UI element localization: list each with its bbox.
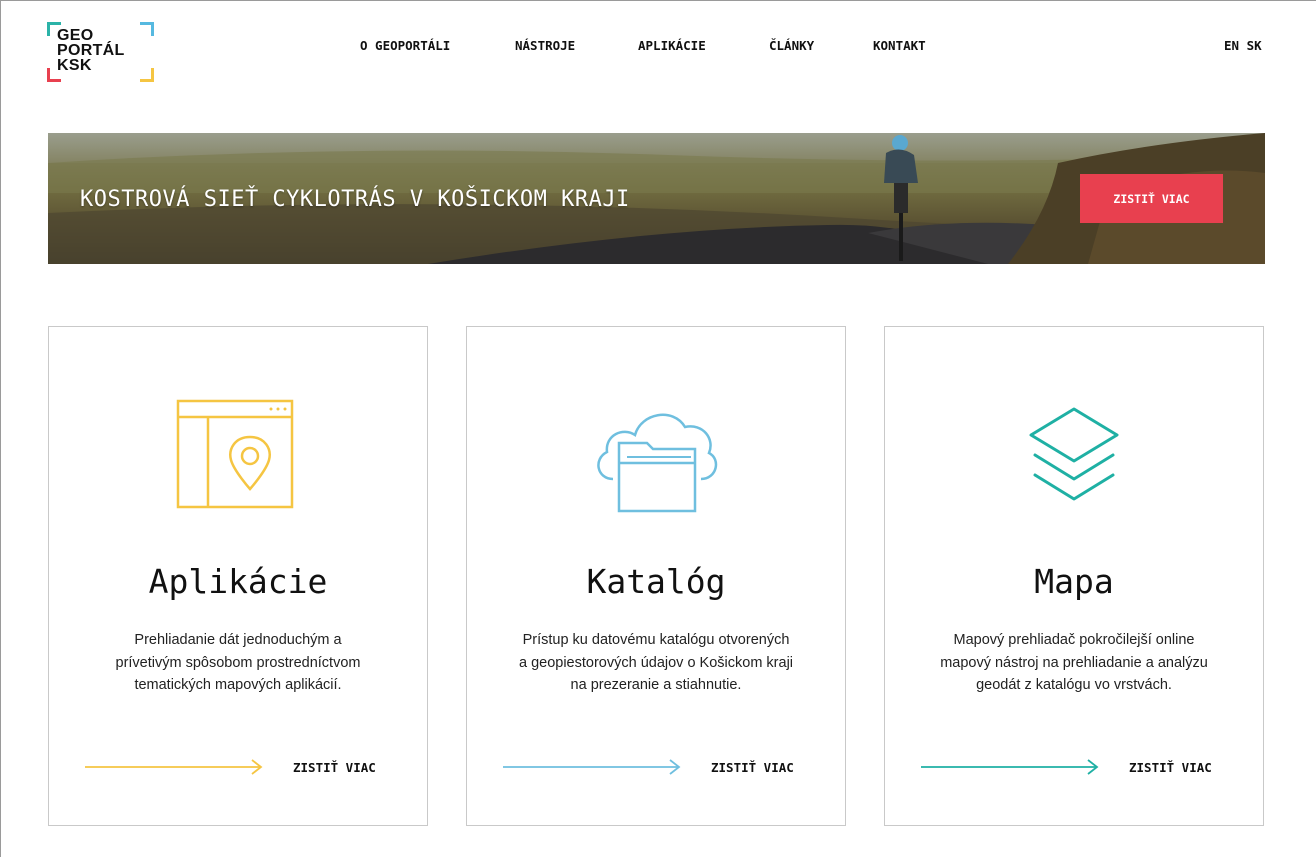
logo-line-3: KSK — [57, 57, 92, 74]
card-learn-more-link[interactable]: ZISTIŤ VIAC — [921, 757, 1243, 777]
card-description: Prístup ku datovému katalógu otvorených … — [491, 629, 821, 697]
card-description-line: geodát z katalógu vo vrstvách. — [976, 677, 1172, 693]
lang-sk-link[interactable]: SK — [1247, 38, 1262, 53]
logo-corner — [140, 22, 154, 36]
card-learn-more-link[interactable]: ZISTIŤ VIAC — [85, 757, 407, 777]
nav-item-kontakt[interactable]: KONTAKT — [873, 38, 926, 53]
app-map-pin-icon — [176, 399, 294, 509]
card-learn-more-label: ZISTIŤ VIAC — [711, 760, 794, 775]
hero-banner: KOSTROVÁ SIEŤ CYKLOTRÁS V KOŠICKOM KRAJI… — [48, 133, 1265, 264]
cloud-folder-icon — [597, 413, 718, 513]
card-description-line: prívetivým spôsobom prostredníctvom — [115, 654, 361, 671]
nav-item-o-geoportali[interactable]: O GEOPORTÁLI — [360, 38, 450, 53]
page-border-top — [0, 0, 1316, 1]
card-description-line: Prehliadanie dát jednoduchým a — [134, 632, 342, 648]
arrow-right-icon — [503, 759, 681, 775]
card-learn-more-label: ZISTIŤ VIAC — [1129, 760, 1212, 775]
page-border-left — [0, 0, 1, 857]
language-switcher: EN SK — [1224, 38, 1262, 53]
card-mapa[interactable]: Mapa Mapový prehliadač pokročilejší onli… — [884, 326, 1264, 826]
card-learn-more-link[interactable]: ZISTIŤ VIAC — [503, 757, 825, 777]
banner-title: KOSTROVÁ SIEŤ CYKLOTRÁS V KOŠICKOM KRAJI — [80, 187, 630, 212]
card-description-line: mapový nástroj na prehliadanie a analýzu — [940, 654, 1208, 671]
nav-item-clanky[interactable]: ČLÁNKY — [769, 38, 814, 53]
lang-en-link[interactable]: EN — [1224, 38, 1239, 53]
card-learn-more-label: ZISTIŤ VIAC — [293, 760, 376, 775]
card-description-line: a geopiestorových údajov o Košickom kraj… — [518, 654, 794, 671]
card-description-line: Prístup ku datovému katalógu otvorených — [522, 632, 790, 648]
card-aplikacie[interactable]: Aplikácie Prehliadanie dát jednoduchým a… — [48, 326, 428, 826]
banner-learn-more-button[interactable]: ZISTIŤ VIAC — [1080, 174, 1223, 223]
nav-item-nastroje[interactable]: NÁSTROJE — [515, 38, 575, 53]
card-description: Prehliadanie dát jednoduchým a prívetivý… — [73, 629, 403, 697]
card-title: Mapa — [1034, 562, 1114, 601]
site-logo[interactable]: GEO PORTÁL KSK — [47, 22, 154, 82]
card-description: Mapový prehliadač pokročilejší online ma… — [909, 629, 1239, 697]
card-description-line: tematických mapových aplikácií. — [134, 677, 342, 693]
layers-icon — [1029, 407, 1119, 501]
card-description-line: na prezeranie a stiahnutie. — [570, 677, 742, 693]
card-description-line: Mapový prehliadač pokročilejší online — [953, 632, 1195, 648]
arrow-right-icon — [85, 759, 263, 775]
logo-line-2: PORTÁL — [57, 42, 125, 59]
arrow-right-icon — [921, 759, 1099, 775]
card-title: Aplikácie — [148, 562, 328, 601]
logo-line-1: GEO — [57, 27, 94, 44]
logo-corner — [140, 68, 154, 82]
nav-item-aplikacie[interactable]: APLIKÁCIE — [638, 38, 706, 53]
card-title: Katalóg — [586, 562, 726, 601]
logo-text: GEO PORTÁL KSK — [57, 27, 125, 74]
card-katalog[interactable]: Katalóg Prístup ku datovému katalógu otv… — [466, 326, 846, 826]
